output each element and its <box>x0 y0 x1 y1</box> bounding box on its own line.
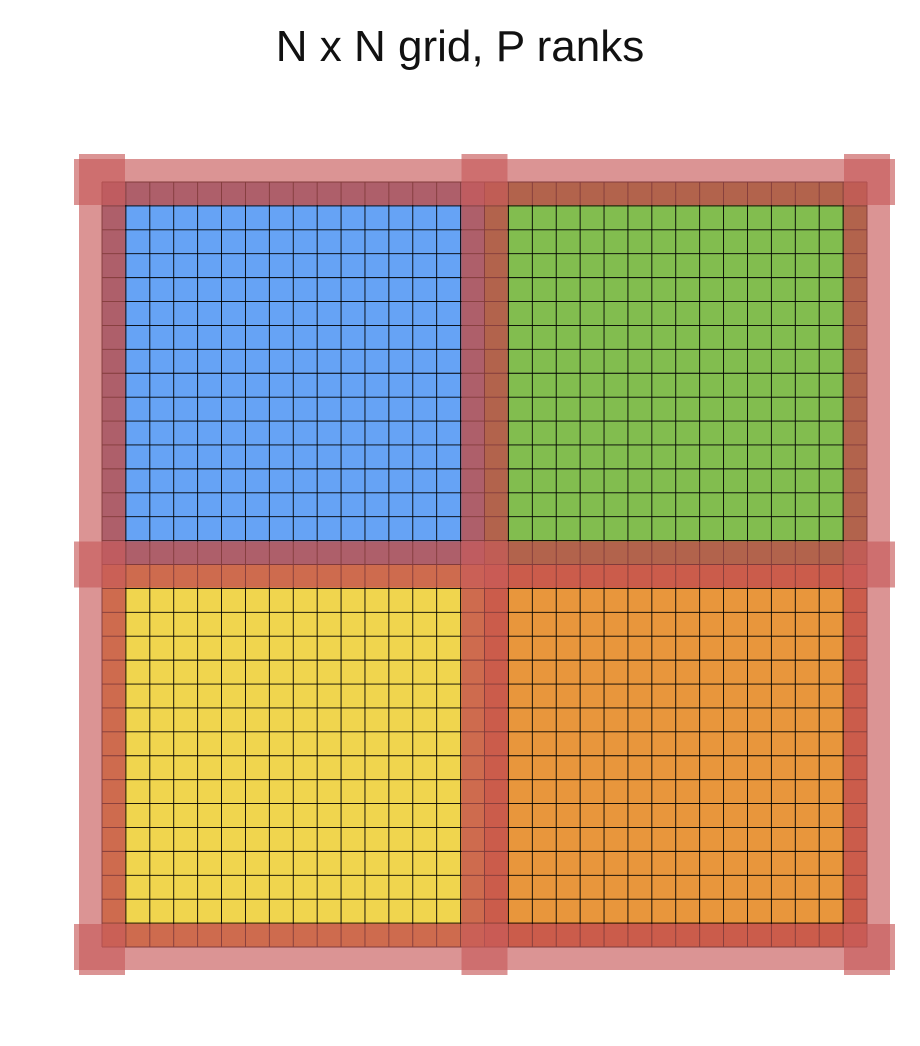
halo-band-vertical-0 <box>79 154 125 975</box>
grid-decomposition-diagram <box>74 154 895 975</box>
halo-band-vertical-2 <box>844 154 890 975</box>
halo-band-vertical-1 <box>461 154 508 975</box>
